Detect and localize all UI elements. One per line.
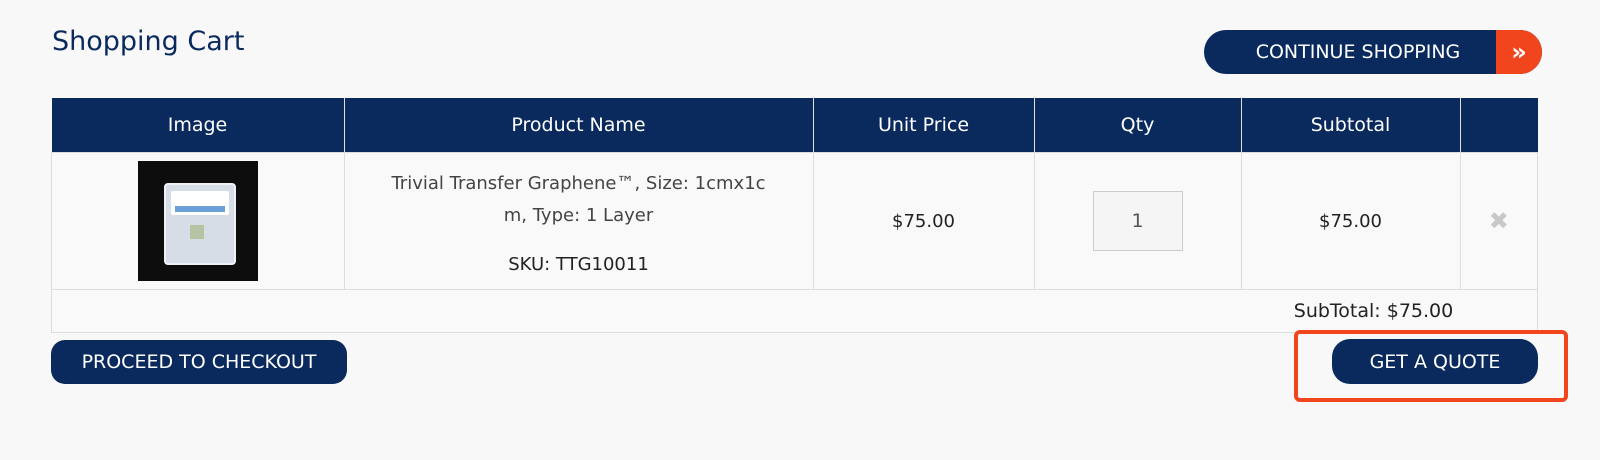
remove-x-icon[interactable]: ✖ [1489,207,1509,235]
get-a-quote-button[interactable]: GET A QUOTE [1332,339,1538,384]
remove-cell: ✖ [1459,152,1538,290]
subtotal-cell: $75.00 [1240,152,1461,290]
product-thumbnail[interactable] [137,161,258,281]
product-sku: SKU: TTG10011 [508,253,649,275]
header-image: Image [51,98,345,153]
product-name-line-1: Trivial Transfer Graphene™, Size: 1cmx1c [391,172,766,194]
product-name-line-2: m, Type: 1 Layer [503,204,654,226]
subtotal-row: SubTotal: $75.00 [51,289,1538,333]
proceed-to-checkout-button[interactable]: PROCEED TO CHECKOUT [51,340,347,384]
cart-subtotal-cell: SubTotal: $75.00 [51,289,1538,333]
qty-cell [1033,152,1242,290]
product-name-cell: Trivial Transfer Graphene™, Size: 1cmx1c… [343,152,814,290]
continue-shopping-label: CONTINUE SHOPPING [1255,41,1461,63]
product-box-graphic [163,183,236,265]
unit-price-cell: $75.00 [812,152,1035,290]
continue-shopping-button[interactable]: CONTINUE SHOPPING » [1204,30,1542,74]
header-subtotal: Subtotal [1241,98,1461,153]
product-box-label [170,191,229,215]
header-remove [1460,98,1538,153]
header-qty: Qty [1034,98,1242,153]
cart-table: Image Product Name Unit Price Qty Subtot… [51,98,1538,333]
double-chevron-right-icon: » [1496,30,1542,74]
quantity-input[interactable] [1092,191,1183,251]
page-title: Shopping Cart [52,26,245,57]
product-image-cell [51,152,345,290]
header-product-name: Product Name [344,98,814,153]
header-unit-price: Unit Price [813,98,1035,153]
cart-header-row: Image Product Name Unit Price Qty Subtot… [51,98,1538,153]
cart-subtotal: SubTotal: $75.00 [1293,300,1454,322]
product-name[interactable]: Trivial Transfer Graphene™, Size: 1cmx1c… [346,168,812,232]
product-chip [189,225,204,239]
table-row: Trivial Transfer Graphene™, Size: 1cmx1c… [51,152,1538,290]
